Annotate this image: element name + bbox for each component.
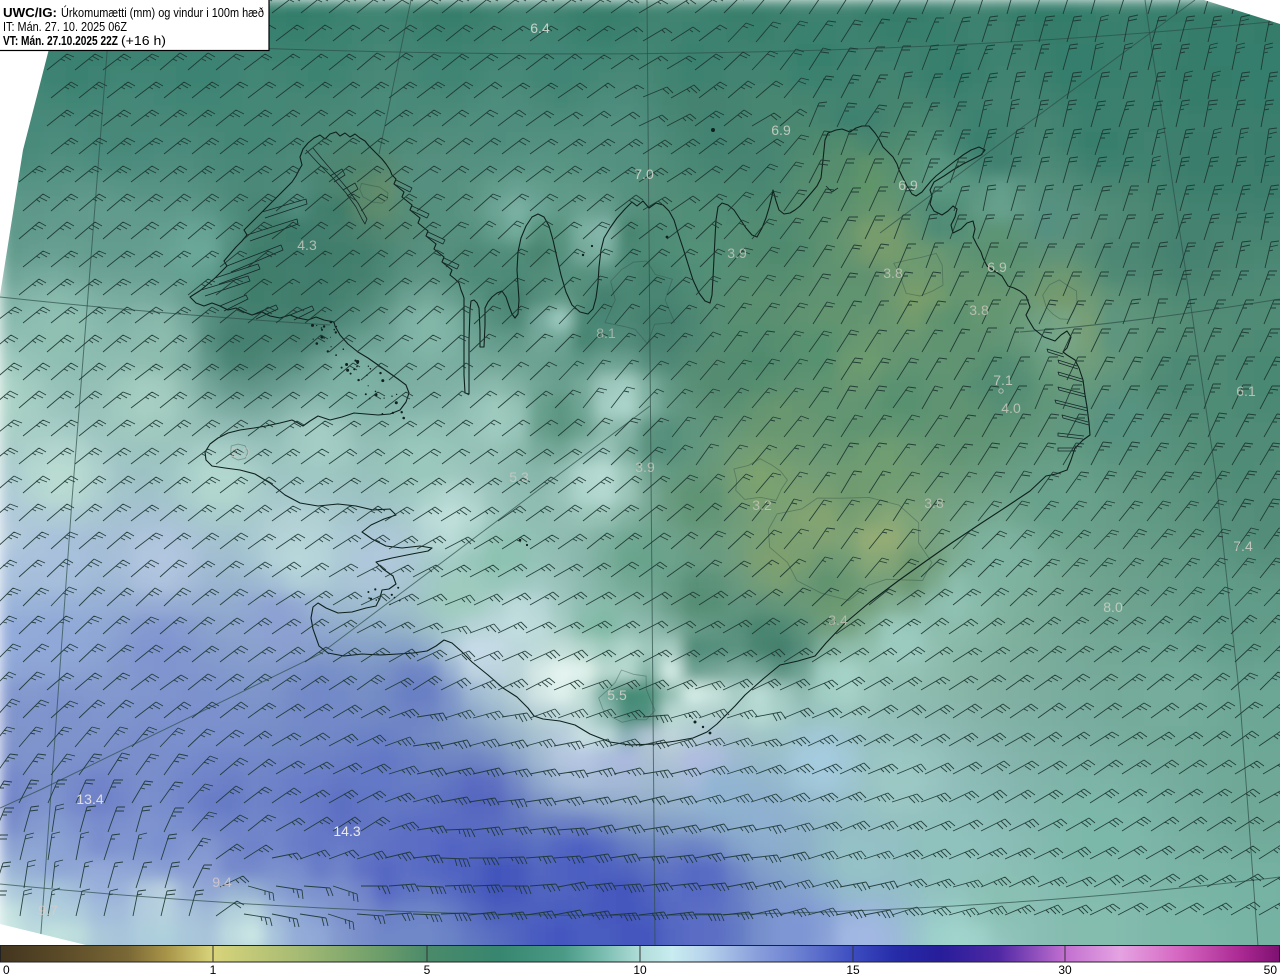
- svg-text:13.4: 13.4: [76, 791, 103, 807]
- svg-text:3.2: 3.2: [752, 497, 772, 513]
- svg-text:3.8: 3.8: [924, 495, 944, 511]
- svg-text:Úrkomumætti (mm) og vindur i 1: Úrkomumætti (mm) og vindur i 100m hæð: [61, 5, 264, 20]
- svg-text:VT: Mán. 27.10.2025 22Z: VT: Mán. 27.10.2025 22Z: [3, 33, 118, 48]
- svg-text:4.0: 4.0: [1001, 400, 1021, 416]
- svg-text:3.8: 3.8: [969, 302, 989, 318]
- svg-text:6.9: 6.9: [987, 259, 1007, 275]
- svg-text:6.9: 6.9: [898, 177, 918, 193]
- svg-text:7.0: 7.0: [634, 166, 654, 182]
- svg-text:IT: Mán. 27. 10. 2025 06Z: IT: Mán. 27. 10. 2025 06Z: [3, 19, 127, 34]
- svg-text:30: 30: [1058, 963, 1072, 977]
- svg-text:50: 50: [1264, 963, 1278, 977]
- svg-text:3.9: 3.9: [635, 459, 655, 475]
- svg-text:7.4: 7.4: [1233, 538, 1253, 554]
- svg-text:8.1: 8.1: [596, 325, 616, 341]
- svg-text:0: 0: [3, 963, 10, 977]
- svg-text:10: 10: [633, 963, 647, 977]
- svg-text:8.0: 8.0: [1103, 599, 1123, 615]
- svg-text:1: 1: [210, 963, 217, 977]
- svg-text:14.3: 14.3: [333, 823, 360, 839]
- svg-text:3.9: 3.9: [727, 245, 747, 261]
- svg-text:3.8: 3.8: [883, 265, 903, 281]
- svg-text:5.3: 5.3: [509, 469, 529, 485]
- svg-text:(+16 h): (+16 h): [121, 33, 166, 48]
- svg-text:3.4: 3.4: [828, 612, 848, 628]
- svg-text:7.1: 7.1: [993, 372, 1013, 388]
- svg-text:15: 15: [846, 963, 860, 977]
- svg-text:5.5: 5.5: [607, 687, 627, 703]
- svg-text:6.1: 6.1: [1236, 383, 1256, 399]
- svg-text:4.3: 4.3: [297, 237, 317, 253]
- svg-text:9.7: 9.7: [38, 902, 58, 918]
- svg-text:9.4: 9.4: [212, 874, 232, 890]
- svg-text:2.0: 2.0: [230, 444, 250, 460]
- svg-text:5: 5: [424, 963, 431, 977]
- svg-text:6.9: 6.9: [771, 122, 791, 138]
- svg-text:6.4: 6.4: [530, 20, 550, 36]
- svg-text:UWC/IG:: UWC/IG:: [3, 5, 57, 20]
